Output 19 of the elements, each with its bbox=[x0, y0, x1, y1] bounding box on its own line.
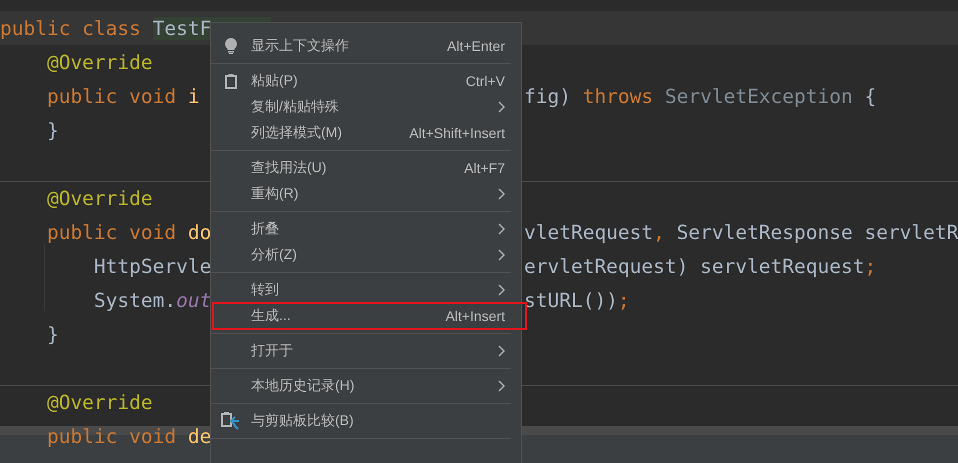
code-text: stURL()); bbox=[524, 288, 630, 312]
code-text: public void do bbox=[46, 220, 212, 244]
code-text: public void i bbox=[46, 84, 200, 108]
code-text: } bbox=[46, 322, 59, 346]
shortcut-label: Alt+Enter bbox=[447, 38, 505, 54]
code-text: vletRequest, ServletResponse servletR bbox=[524, 220, 958, 244]
code-text: ervletRequest) servletRequest; bbox=[524, 254, 876, 278]
code-text: @Override bbox=[46, 391, 153, 414]
code-text: fig) throws ServletException { bbox=[524, 84, 876, 108]
code-text: System.out bbox=[92, 288, 212, 312]
shortcut-label: Alt+F7 bbox=[464, 160, 505, 176]
code-text: @Override bbox=[46, 187, 153, 210]
code-text: HttpServle bbox=[92, 254, 212, 278]
code-text: @Override bbox=[46, 50, 153, 74]
shortcut-label: Ctrl+V bbox=[466, 73, 505, 89]
shortcut-label: Alt+Insert bbox=[445, 308, 505, 324]
shortcut-label: Alt+Shift+Insert bbox=[409, 125, 505, 141]
code-text: } bbox=[46, 118, 59, 142]
code-text: public void de bbox=[46, 424, 212, 448]
